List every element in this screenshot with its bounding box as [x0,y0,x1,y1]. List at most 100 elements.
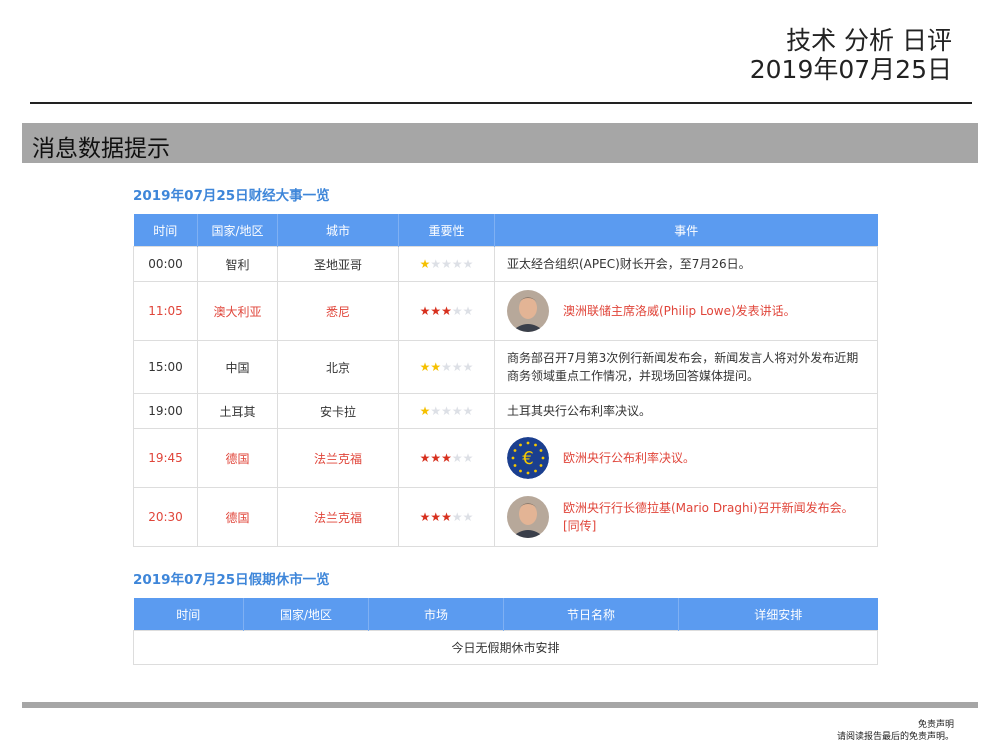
cell-event: 亚太经合组织(APEC)财长开会，至7月26日。 [494,246,878,282]
star-filled-icon: ★ [441,451,452,465]
event-text: 澳洲联储主席洛威(Philip Lowe)发表讲话。 [563,302,796,320]
star-empty-icon: ★ [441,257,452,271]
holiday-col-time: 时间 [133,598,244,631]
cell-city: 悉尼 [277,281,399,341]
importance-stars: ★★★★★ [420,360,474,374]
cell-city: 法兰克福 [277,487,399,547]
disclaimer-title: 免责声明 [917,720,954,730]
col-header-time: 时间 [133,214,198,247]
cell-importance: ★★★★★ [398,428,495,488]
holiday-section-title: 2019年07月25日假期休市一览 [133,572,330,588]
star-filled-icon: ★ [430,510,442,524]
importance-stars: ★★★★★ [420,257,474,271]
star-empty-icon: ★ [462,304,474,318]
col-header-country: 国家/地区 [197,214,278,247]
star-empty-icon: ★ [462,360,474,374]
header-divider [30,102,972,104]
cell-event: € 欧洲央行公布利率决议。 [494,428,878,488]
importance-stars: ★★★★★ [420,510,474,524]
importance-stars: ★★★★★ [420,404,474,418]
star-empty-icon: ★ [430,404,442,418]
col-header-importance: 重要性 [398,214,495,247]
table-row: 今日无假期休市安排 [133,630,878,665]
events-table-header: 时间 国家/地区 城市 重要性 事件 [133,214,878,247]
cell-time: 00:00 [133,246,198,282]
event-line: 欧洲央行行长德拉基(Mario Draghi)召开新闻发布会。 [563,501,854,515]
star-empty-icon: ★ [441,360,452,374]
star-filled-icon: ★ [441,304,452,318]
event-text: 欧洲央行行长德拉基(Mario Draghi)召开新闻发布会。 [同传] [563,499,854,535]
star-filled-icon: ★ [419,510,431,524]
event-text: 欧洲央行公布利率决议。 [563,449,695,467]
col-header-city: 城市 [277,214,399,247]
cell-country: 土耳其 [197,393,278,429]
event-line-2: [同传] [563,519,597,533]
cell-event: 欧洲央行行长德拉基(Mario Draghi)召开新闻发布会。 [同传] [494,487,878,547]
euro-icon: € [507,437,549,479]
cell-importance: ★★★★★ [398,393,495,429]
report-title: 技术 分析 日评 2019年07月25日 [750,26,952,84]
cell-city: 圣地亚哥 [277,246,399,282]
star-empty-icon: ★ [451,451,463,465]
cell-time: 11:05 [133,281,198,341]
table-row: 19:00 土耳其 安卡拉 ★★★★★ 土耳其央行公布利率决议。 [133,393,878,429]
section-band-title: 消息数据提示 [32,136,170,162]
table-row: 19:45 德国 法兰克福 ★★★★★ € 欧洲央行公布利率决议。 [133,428,878,488]
star-empty-icon: ★ [462,510,474,524]
cell-city: 安卡拉 [277,393,399,429]
cell-country: 中国 [197,340,278,394]
holiday-col-festival: 节日名称 [503,598,679,631]
events-section-title: 2019年07月25日财经大事一览 [133,188,330,204]
star-empty-icon: ★ [462,257,474,271]
col-header-event: 事件 [494,214,878,247]
cell-country: 德国 [197,428,278,488]
cell-country: 德国 [197,487,278,547]
star-filled-icon: ★ [419,257,431,271]
star-empty-icon: ★ [451,404,463,418]
importance-stars: ★★★★★ [420,304,474,318]
events-table: 时间 国家/地区 城市 重要性 事件 00:00 智利 圣地亚哥 ★★★★★ 亚太经合组… [133,214,878,547]
holiday-col-details: 详细安排 [678,598,878,631]
event-line-2: 商务领域重点工作情况，并现场回答媒体提问。 [507,369,760,383]
star-empty-icon: ★ [451,257,463,271]
cell-country: 澳大利亚 [197,281,278,341]
cell-time: 19:45 [133,428,198,488]
star-empty-icon: ★ [462,451,474,465]
table-row: 11:05 澳大利亚 悉尼 ★★★★★ 澳洲联储主席洛威(Philip Lowe)发表讲… [133,281,878,341]
cell-time: 20:30 [133,487,198,547]
report-title-line1: 技术 分析 日评 [786,26,952,55]
event-line: 亚太经合组织(APEC)财长开会，至7月26日。 [507,257,751,271]
star-filled-icon: ★ [430,451,442,465]
holiday-table: 时间 国家/地区 市场 节日名称 详细安排 今日无假期休市安排 [133,598,878,665]
star-filled-icon: ★ [419,304,431,318]
event-text: 商务部召开7月第3次例行新闻发布会，新闻发言人将对外发布近期 商务领域重点工作情况… [507,349,858,385]
footer-divider [22,702,978,708]
holiday-empty-message: 今日无假期休市安排 [133,630,878,665]
table-row: 00:00 智利 圣地亚哥 ★★★★★ 亚太经合组织(APEC)财长开会，至7月26日。 [133,246,878,282]
event-text: 土耳其央行公布利率决议。 [507,402,651,420]
cell-city: 北京 [277,340,399,394]
table-row: 20:30 德国 法兰克福 ★★★★★ 欧洲央行行长德拉基(Mario Draghi)召… [133,487,878,547]
cell-time: 15:00 [133,340,198,394]
holiday-col-market: 市场 [368,598,504,631]
star-empty-icon: ★ [451,360,463,374]
event-line: 土耳其央行公布利率决议。 [507,404,652,418]
cell-importance: ★★★★★ [398,487,495,547]
cell-importance: ★★★★★ [398,281,495,341]
cell-event: 土耳其央行公布利率决议。 [494,393,878,429]
cell-importance: ★★★★★ [398,340,495,394]
star-filled-icon: ★ [419,360,431,374]
disclaimer-note: 请阅读报告最后的免责声明。 [836,732,954,742]
holiday-col-country: 国家/地区 [243,598,369,631]
cell-event: 澳洲联储主席洛威(Philip Lowe)发表讲话。 [494,281,878,341]
svg-text:€: € [522,448,533,469]
cell-time: 19:00 [133,393,198,429]
cell-importance: ★★★★★ [398,246,495,282]
star-empty-icon: ★ [451,510,463,524]
star-filled-icon: ★ [419,451,431,465]
star-empty-icon: ★ [451,304,463,318]
event-line: 欧洲央行公布利率决议。 [563,451,696,465]
disclaimer: 免责声明 请阅读报告最后的免责声明。 [837,719,954,743]
event-text: 亚太经合组织(APEC)财长开会，至7月26日。 [507,255,751,273]
cell-event: 商务部召开7月第3次例行新闻发布会，新闻发言人将对外发布近期 商务领域重点工作情况… [494,340,878,394]
